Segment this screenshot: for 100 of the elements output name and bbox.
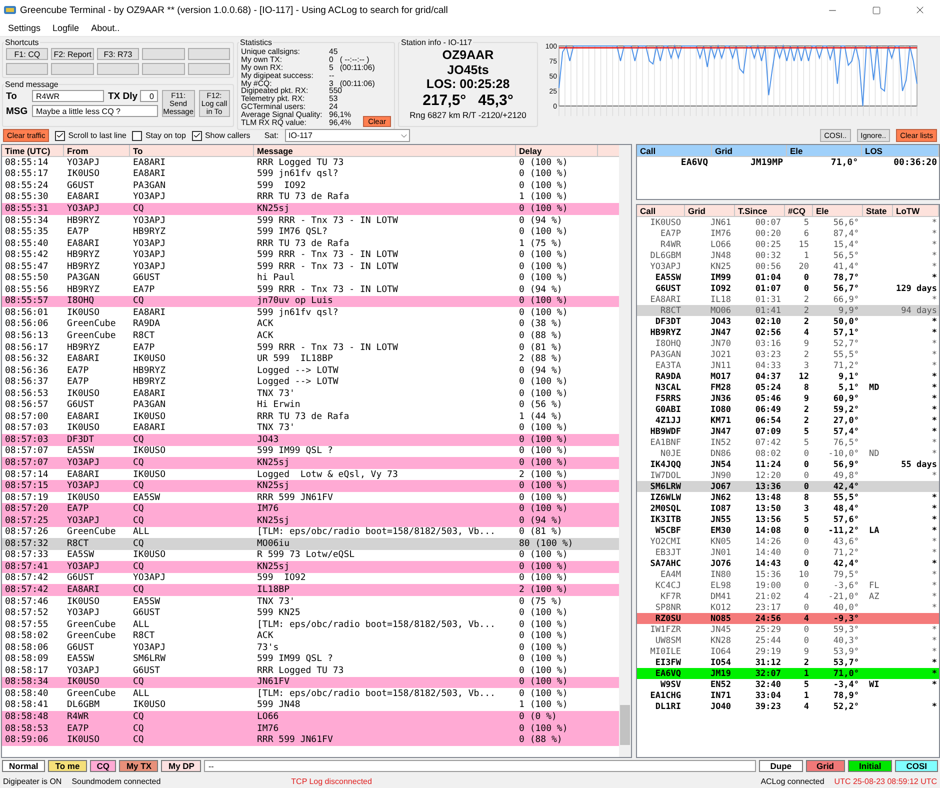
table-cell-text: LA bbox=[868, 526, 880, 536]
table-cell-text: 14:08 bbox=[754, 526, 782, 536]
table-cell-text: 02:56 bbox=[754, 328, 782, 338]
table-cell-text: DL6GBM bbox=[66, 700, 101, 710]
shortcut-button[interactable]: F2: Report bbox=[51, 48, 94, 60]
shortcut-button[interactable] bbox=[142, 48, 185, 60]
table-cell-text: 2 bbox=[802, 350, 810, 360]
shortcut-button[interactable] bbox=[6, 63, 48, 75]
table-cell-text: 0 (100 %) bbox=[518, 180, 569, 191]
traffic-row[interactable]: 08:57:42 G6UST YO3APJ 599 IO92 0 (100 %) bbox=[2, 572, 619, 584]
satellite-select[interactable]: IO-117 bbox=[284, 129, 410, 142]
table-cell-text: 599 RRR - Tnx 73 - IN LOTW bbox=[256, 342, 399, 353]
filter-field[interactable]: -- bbox=[204, 760, 756, 772]
table-cell-text: 08:58:41 bbox=[4, 700, 50, 710]
table-cell-text: YO3APJ bbox=[132, 238, 167, 249]
traffic-row[interactable]: 08:57:03 DF3DT CQ JO43 0 (100 %) bbox=[2, 434, 619, 446]
group-title: Shortcuts bbox=[4, 38, 40, 47]
table-cell-text: 24:56 bbox=[754, 614, 782, 624]
traffic-row[interactable]: 08:57:25 YO3APJ CQ KN25sj 0 (94 %) bbox=[2, 514, 619, 526]
table-cell-text: 08:57:19 bbox=[4, 492, 50, 503]
table-cell-text: 2M0SQL bbox=[649, 504, 682, 514]
traffic-row[interactable]: 08:55:31 YO3APJ CQ KN25sj 0 (100 %) bbox=[2, 203, 619, 215]
table-cell-text: DL6GBM bbox=[649, 250, 682, 260]
traffic-row[interactable]: 08:58:48 R4WR CQ LO66 0 (0 %) bbox=[2, 711, 619, 723]
shortcut-button[interactable] bbox=[51, 63, 94, 75]
table-cell-text: 0 (100 %) bbox=[518, 262, 569, 272]
traffic-row[interactable]: 08:57:41 YO3APJ CQ KN25sj 0 (100 %) bbox=[2, 561, 619, 573]
table-cell-text: 0 (94 %) bbox=[518, 516, 564, 526]
menu-item[interactable]: About.. bbox=[85, 23, 126, 33]
table-cell-text: * bbox=[930, 240, 938, 250]
table-cell-text: * bbox=[930, 448, 938, 458]
menu-item[interactable]: Settings bbox=[2, 23, 47, 33]
checkbox[interactable] bbox=[55, 130, 66, 140]
table-cell-text: ALL bbox=[132, 688, 150, 699]
caller-row[interactable]: SM6LRW JO67 13:36 0 42,4° bbox=[637, 481, 939, 492]
table-cell-text: 129 days bbox=[895, 284, 938, 294]
shortcut-button[interactable] bbox=[188, 63, 230, 75]
traffic-row[interactable]: 08:59:06 IK0USO CQ RRR 599 JN61FV 0 (88 %) bbox=[2, 734, 619, 746]
table-cell-text: 00:20 bbox=[754, 228, 782, 238]
table-cell-text: JN01 bbox=[710, 548, 732, 558]
table-cell-text: CQ bbox=[132, 712, 145, 722]
table-cell-text: 08:57:32 bbox=[4, 538, 50, 549]
table-cell-text: 5 bbox=[802, 218, 810, 228]
traffic-row[interactable]: 08:57:32 R8CT CQ MO06iu 80 (100 %) bbox=[2, 538, 619, 550]
traffic-row[interactable]: 08:57:07 EA5SW IK0USO 599 IM99 QSL ? 0 (100 %) bbox=[2, 446, 619, 458]
table-cell-text: 56,9° bbox=[832, 460, 860, 470]
table-cell-text: JO43 bbox=[710, 316, 732, 326]
shortcut-button[interactable] bbox=[142, 63, 185, 75]
message-field[interactable]: Maybe a little less CQ ? bbox=[32, 105, 158, 117]
table-cell-text: 08:57:07 bbox=[4, 446, 50, 456]
table-cell-text: * bbox=[930, 636, 938, 646]
scrollbar[interactable] bbox=[619, 145, 631, 757]
table-cell-text: EA7P bbox=[66, 504, 90, 514]
table-cell-text: 71,2° bbox=[832, 360, 860, 370]
caller-row[interactable]: R8CT MO06 01:41 2 9,9° 94 days bbox=[637, 305, 939, 316]
table-cell-text: 48,4° bbox=[832, 504, 860, 514]
traffic-row[interactable]: 08:57:15 YO3APJ CQ KN25sj 0 (100 %) bbox=[2, 480, 619, 492]
table-cell-text: 0 (100 %) bbox=[518, 573, 569, 584]
table-cell-text: LO66 bbox=[256, 712, 280, 722]
traffic-row[interactable]: 08:57:07 YO3APJ CQ KN25sj 0 (100 %) bbox=[2, 457, 619, 469]
traffic-row[interactable]: 08:58:34 IK0USO CQ JN61FV 0 (100 %) bbox=[2, 676, 619, 688]
menu-item[interactable]: Logfile bbox=[46, 23, 86, 33]
table-cell-text: EA7P bbox=[66, 227, 90, 238]
to-field[interactable]: R4WR bbox=[32, 90, 104, 102]
table-cell-text: 1 (100 %) bbox=[518, 700, 569, 710]
table-cell-text: EA3TA bbox=[654, 360, 682, 370]
table-cell-text: * bbox=[930, 492, 938, 502]
table-cell-text: YO3APJ bbox=[66, 458, 101, 468]
caller-row[interactable]: RZ0SU NO85 24:56 4 -9,3° bbox=[637, 613, 939, 624]
traffic-row[interactable]: 08:57:20 EA7P CQ IM76 0 (100 %) bbox=[2, 503, 619, 515]
traffic-row[interactable]: 08:55:57 I8OHQ CQ jn70uv op Luis 0 (100 %) bbox=[2, 296, 619, 308]
shortcut-button[interactable]: F1: CQ bbox=[6, 48, 48, 60]
checkbox[interactable] bbox=[192, 130, 202, 140]
table-cell-text: IO87 bbox=[710, 504, 732, 514]
caller-row[interactable]: EA6VQ JM19 32:07 1 71,0° * bbox=[637, 668, 939, 679]
traffic-row[interactable]: 08:55:34 HB9RYZ YO3APJ 599 RRR - Tnx 73 - IN LOTW 0 (94 %) bbox=[2, 214, 619, 226]
table-cell-text: IK0USO bbox=[66, 423, 101, 434]
table-cell-text: * bbox=[930, 570, 938, 580]
table-cell-text: GreenCube bbox=[66, 620, 117, 630]
shortcut-button[interactable]: F3: R73 bbox=[96, 48, 140, 60]
table-cell-text: JN55 bbox=[710, 514, 732, 524]
shortcut-button[interactable] bbox=[96, 63, 140, 75]
table-cell-text: 08:55:35 bbox=[4, 227, 50, 238]
traffic-row[interactable]: 08:58:53 EA7P CQ IM76 0 (100 %) bbox=[2, 722, 619, 734]
shortcut-button[interactable] bbox=[188, 48, 230, 60]
table-cell-text: 08:57:07 bbox=[4, 458, 50, 468]
traffic-row[interactable]: 08:57:42 EA8ARI CQ IL18BP 2 (100 %) bbox=[2, 584, 619, 596]
table-cell-text: 0 (100 %) bbox=[518, 377, 569, 388]
table-cell-text: 08:55:42 bbox=[4, 250, 50, 260]
tx-delay-field[interactable]: 0 bbox=[140, 90, 158, 102]
checkbox-label: Scroll to last line bbox=[68, 131, 126, 140]
table-cell-text: 59,2° bbox=[832, 404, 860, 414]
table-cell-text: CQ bbox=[132, 296, 145, 306]
table-cell-text: hi Paul bbox=[256, 273, 296, 284]
checkbox[interactable] bbox=[132, 130, 142, 140]
app-icon bbox=[4, 5, 16, 15]
table-cell-text: 0 (100 %) bbox=[518, 204, 569, 214]
table-cell-text: SM6LRW bbox=[132, 654, 167, 664]
table-cell-text: JN47 bbox=[710, 426, 732, 436]
table-cell-text: KC4CJ bbox=[654, 580, 682, 590]
